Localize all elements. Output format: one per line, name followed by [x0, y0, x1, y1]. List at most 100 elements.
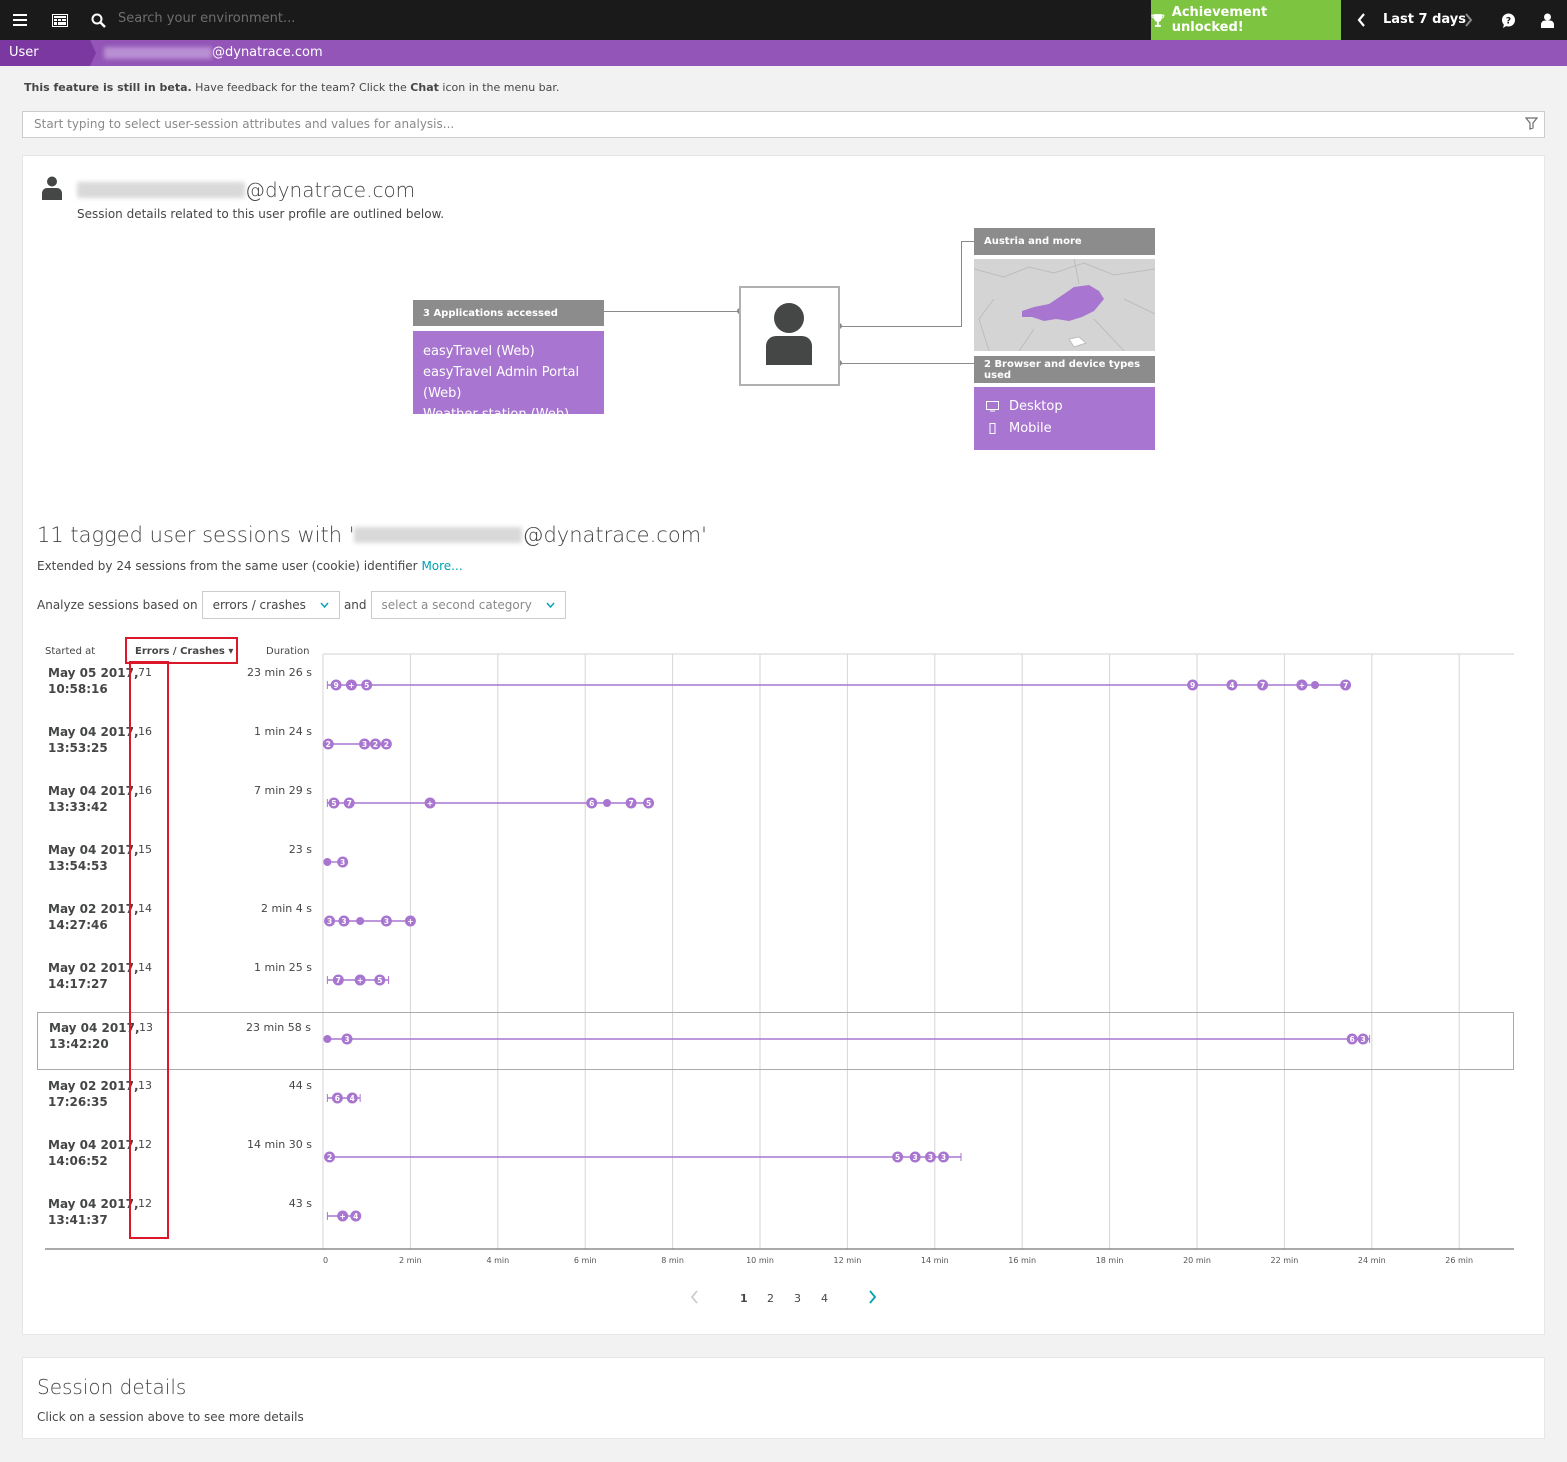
session-start: May 02 2017, 14:27:46: [48, 901, 139, 933]
session-start: May 04 2017, 13:54:53: [48, 842, 139, 874]
session-details-title: Session details: [37, 1375, 187, 1399]
beta-tail: icon in the menu bar.: [438, 81, 560, 94]
breadcrumb-user-sessions[interactable]: User sessions: [0, 40, 96, 66]
session-details-hint: Click on a session above to see more det…: [37, 1410, 304, 1424]
search-input[interactable]: Search your environment...: [118, 11, 295, 26]
session-date: May 04 2017,: [49, 1021, 140, 1035]
session-row[interactable]: May 04 2017, 13:42:20 13 23 min 58 s: [37, 1012, 1514, 1070]
axis-tick-label: 4 min: [486, 1256, 509, 1265]
session-duration: 1 min 25 s: [254, 961, 312, 974]
session-row[interactable]: May 04 2017, 13:53:25 16 1 min 24 s: [37, 717, 1514, 775]
beta-lead: This feature is still in beta.: [24, 81, 192, 94]
axis-tick-label: 2 min: [399, 1256, 422, 1265]
filter-placeholder: Start typing to select user-session attr…: [34, 117, 455, 131]
chat-icon[interactable]: ?: [1498, 0, 1518, 40]
axis-tick-label: 8 min: [661, 1256, 684, 1265]
axis-tick-label: 10 min: [746, 1256, 774, 1265]
session-details-card: Session details Click on a session above…: [22, 1357, 1545, 1439]
redacted-email: [104, 46, 212, 59]
session-time: 17:26:35: [48, 1095, 108, 1109]
session-time: 14:27:46: [48, 918, 108, 932]
page-3[interactable]: 3: [794, 1292, 801, 1305]
session-row[interactable]: May 02 2017, 17:26:35 13 44 s: [37, 1071, 1514, 1129]
session-time: 13:41:37: [48, 1213, 108, 1227]
svg-text:?: ?: [1505, 16, 1510, 26]
achievement-label: Achievement unlocked!: [1171, 5, 1268, 35]
search-icon: [88, 0, 108, 40]
axis-tick-label: 20 min: [1183, 1256, 1211, 1265]
user-profile-card: @dynatrace.com Session details related t…: [22, 155, 1545, 1335]
session-date: May 02 2017,: [48, 1079, 139, 1093]
session-time: 14:06:52: [48, 1154, 108, 1168]
pager-next-icon[interactable]: [868, 1290, 878, 1304]
session-row[interactable]: May 02 2017, 14:27:46 14 2 min 4 s: [37, 894, 1514, 952]
menu-icon[interactable]: [8, 0, 32, 40]
beta-middle: Have feedback for the team? Click the: [191, 81, 411, 94]
session-time: 10:58:16: [48, 682, 108, 696]
session-row[interactable]: May 02 2017, 14:17:27 14 1 min 25 s: [37, 953, 1514, 1011]
axis-tick-label: 18 min: [1096, 1256, 1124, 1265]
session-row[interactable]: May 04 2017, 14:06:52 12 14 min 30 s: [37, 1130, 1514, 1188]
achievement-button[interactable]: Achievement unlocked!: [1151, 0, 1341, 40]
funnel-icon[interactable]: [1525, 117, 1538, 130]
timeframe-selector[interactable]: Last 7 days: [1383, 12, 1466, 27]
session-start: May 02 2017, 17:26:35: [48, 1078, 139, 1110]
session-date: May 04 2017,: [48, 784, 139, 798]
session-start: May 04 2017, 13:53:25: [48, 724, 139, 756]
session-date: May 04 2017,: [48, 843, 139, 857]
highlight-box: [125, 637, 238, 664]
session-start: May 04 2017, 13:33:42: [48, 783, 139, 815]
session-time: 13:54:53: [48, 859, 108, 873]
session-date: May 04 2017,: [48, 1197, 139, 1211]
page-4[interactable]: 4: [821, 1292, 828, 1305]
user-icon[interactable]: [1537, 0, 1557, 40]
axis-tick-label: 22 min: [1270, 1256, 1298, 1265]
axis-tick-label: 26 min: [1445, 1256, 1473, 1265]
trophy-icon: [1151, 14, 1165, 27]
session-row[interactable]: May 04 2017, 13:41:37 12 43 s: [37, 1189, 1514, 1247]
session-filter-input[interactable]: Start typing to select user-session attr…: [22, 111, 1545, 138]
session-start: May 04 2017, 14:06:52: [48, 1137, 139, 1169]
session-row[interactable]: May 04 2017, 13:33:42 16 7 min 29 s: [37, 776, 1514, 834]
session-duration: 23 s: [288, 843, 312, 856]
axis-tick-label: 0: [323, 1256, 328, 1265]
session-duration: 23 min 58 s: [246, 1021, 311, 1034]
breadcrumb: User sessions @dynatrace.com: [0, 40, 1567, 66]
pager-prev-icon[interactable]: [690, 1290, 700, 1304]
session-duration: 2 min 4 s: [261, 902, 312, 915]
axis-tick-label: 24 min: [1358, 1256, 1386, 1265]
chevron-right-icon[interactable]: [1459, 0, 1477, 40]
axis-tick-label: 12 min: [833, 1256, 861, 1265]
session-time: 13:33:42: [48, 800, 108, 814]
page-2[interactable]: 2: [767, 1292, 774, 1305]
session-duration: 23 min 26 s: [247, 666, 312, 679]
axis-tick-label: 16 min: [1008, 1256, 1036, 1265]
breadcrumb-email-suffix: @dynatrace.com: [212, 45, 323, 60]
session-duration: 14 min 30 s: [247, 1138, 312, 1151]
chevron-left-icon[interactable]: [1352, 0, 1370, 40]
session-start: May 04 2017, 13:41:37: [48, 1196, 139, 1228]
session-duration: 44 s: [288, 1079, 312, 1092]
session-time: 13:53:25: [48, 741, 108, 755]
page-1[interactable]: 1: [740, 1292, 748, 1305]
session-start: May 02 2017, 14:17:27: [48, 960, 139, 992]
top-bar: Search your environment... Achievement u…: [0, 0, 1567, 40]
session-time: 13:42:20: [49, 1037, 109, 1051]
session-start: May 04 2017, 13:42:20: [49, 1020, 140, 1052]
session-duration: 43 s: [288, 1197, 312, 1210]
dashboard-icon[interactable]: [48, 0, 72, 40]
session-date: May 02 2017,: [48, 902, 139, 916]
session-time: 14:17:27: [48, 977, 108, 991]
session-start: May 05 2017, 10:58:16: [48, 665, 139, 697]
session-date: May 02 2017,: [48, 961, 139, 975]
session-row[interactable]: May 04 2017, 13:54:53 15 23 s: [37, 835, 1514, 893]
breadcrumb-current-user: @dynatrace.com: [104, 40, 323, 65]
session-row[interactable]: May 05 2017, 10:58:16 71 23 min 26 s: [37, 658, 1514, 716]
session-date: May 04 2017,: [48, 1138, 139, 1152]
axis-tick-label: 14 min: [921, 1256, 949, 1265]
highlight-box: [129, 661, 169, 1239]
session-date: May 04 2017,: [48, 725, 139, 739]
session-duration: 1 min 24 s: [254, 725, 312, 738]
session-date: May 05 2017,: [48, 666, 139, 680]
session-duration: 7 min 29 s: [254, 784, 312, 797]
